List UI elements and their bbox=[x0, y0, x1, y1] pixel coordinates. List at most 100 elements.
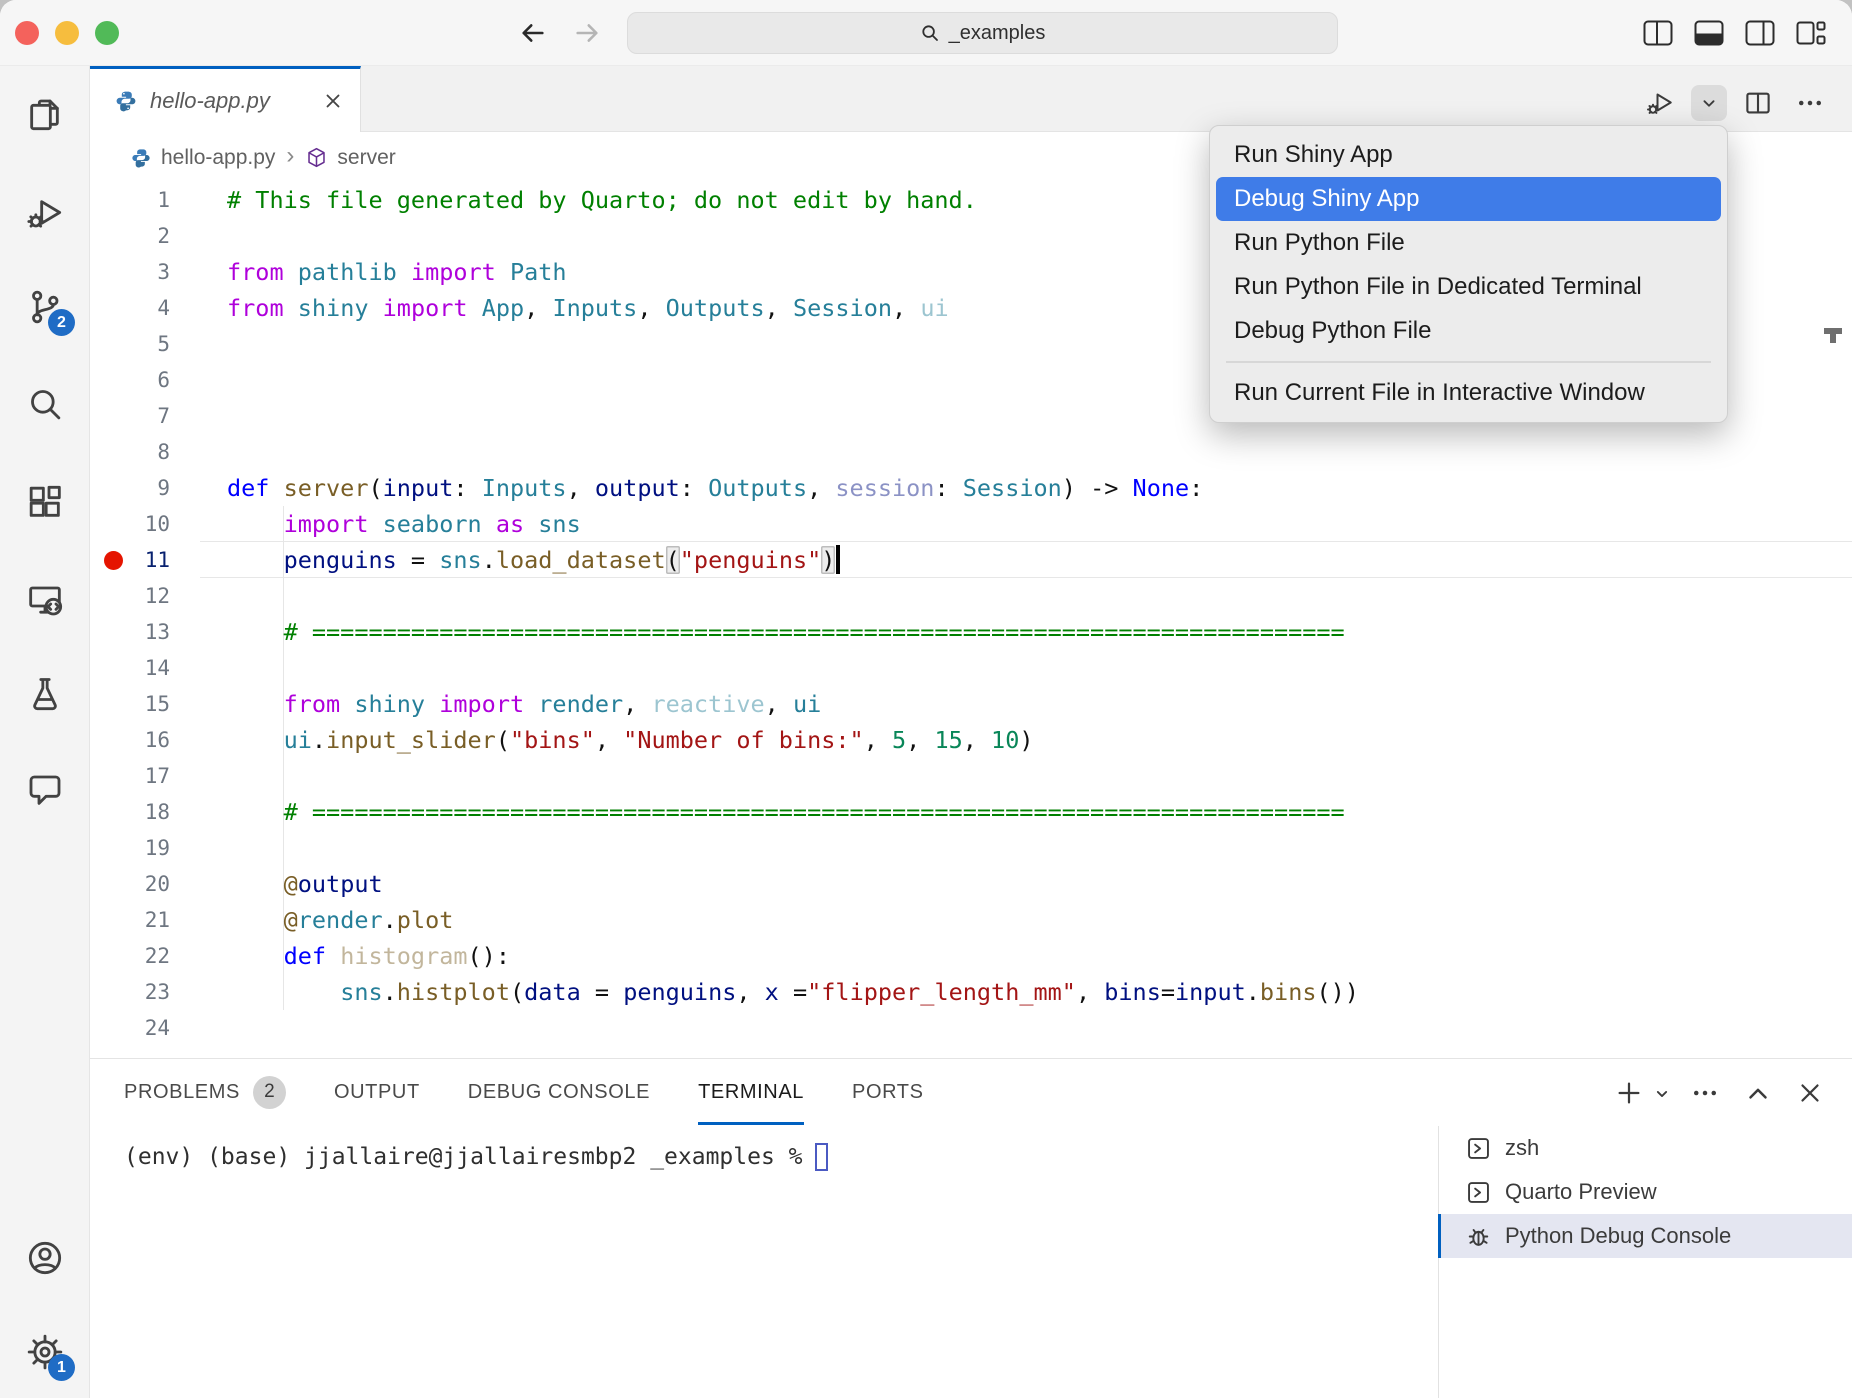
comments-icon bbox=[25, 769, 65, 809]
terminal-list-label: Python Debug Console bbox=[1505, 1223, 1731, 1249]
zoom-window-button[interactable] bbox=[95, 21, 119, 45]
close-window-button[interactable] bbox=[15, 21, 39, 45]
line-number[interactable]: 5 bbox=[90, 326, 227, 362]
split-editor-icon[interactable] bbox=[1740, 85, 1776, 121]
panel-tab-terminal[interactable]: TERMINAL bbox=[698, 1059, 804, 1125]
menu-item-debug-shiny-app[interactable]: Debug Shiny App bbox=[1216, 177, 1721, 221]
line-number[interactable]: 24 bbox=[90, 1010, 227, 1046]
menu-item-run-python-file-in-dedicated-terminal[interactable]: Run Python File in Dedicated Terminal bbox=[1216, 265, 1721, 309]
panel-tabs: PROBLEMS2 OUTPUT DEBUG CONSOLE TERMINAL PORT… bbox=[90, 1059, 924, 1125]
line-number[interactable]: 10 bbox=[90, 506, 227, 542]
line-number[interactable]: 7 bbox=[90, 398, 227, 434]
terminal-list-item-python-debug-console[interactable]: Python Debug Console bbox=[1439, 1214, 1852, 1258]
activity-bar-item-extensions[interactable] bbox=[23, 480, 67, 524]
line-number[interactable]: 20 bbox=[90, 866, 227, 902]
menu-item-debug-python-file[interactable]: Debug Python File bbox=[1216, 309, 1721, 353]
line-number[interactable]: 18 bbox=[90, 794, 227, 830]
editor-tab-hello-app[interactable]: hello-app.py bbox=[90, 66, 361, 132]
terminal-icon bbox=[1465, 1135, 1492, 1162]
terminal-icon bbox=[1465, 1179, 1492, 1206]
panel-tab-output[interactable]: OUTPUT bbox=[334, 1059, 420, 1125]
activity-bar-item-testing[interactable] bbox=[23, 672, 67, 716]
back-arrow-icon[interactable] bbox=[519, 19, 547, 47]
activity-bar-item-explorer[interactable] bbox=[23, 93, 67, 137]
line-number[interactable]: 12 bbox=[90, 578, 227, 614]
activity-bar-item-run-debug[interactable] bbox=[23, 191, 67, 235]
terminal-list: zshQuarto Preview Python Debug Console bbox=[1438, 1126, 1852, 1398]
run-options-chevron-icon[interactable] bbox=[1691, 85, 1727, 121]
tab-label: hello-app.py bbox=[150, 88, 310, 114]
activity-bar-item-account[interactable] bbox=[23, 1236, 67, 1280]
close-panel-icon[interactable] bbox=[1795, 1078, 1825, 1108]
code-line-19 bbox=[227, 830, 1852, 866]
breakpoint-dot[interactable] bbox=[104, 551, 123, 570]
line-number[interactable]: 4 bbox=[90, 290, 227, 326]
line-number[interactable]: 9 bbox=[90, 470, 227, 506]
command-center-search[interactable]: _examples bbox=[627, 12, 1338, 54]
search-value: _examples bbox=[949, 22, 1046, 45]
debug-run-icon[interactable] bbox=[1642, 85, 1678, 121]
panel-tab-label: TERMINAL bbox=[698, 1081, 804, 1104]
menu-item-run-shiny-app[interactable]: Run Shiny App bbox=[1216, 133, 1721, 177]
minimize-window-button[interactable] bbox=[55, 21, 79, 45]
forward-arrow-icon[interactable] bbox=[573, 19, 601, 47]
panel-tab-ports[interactable]: PORTS bbox=[852, 1059, 924, 1125]
activity-bar-item-comments[interactable] bbox=[23, 767, 67, 811]
line-number[interactable]: 6 bbox=[90, 362, 227, 398]
editor-gutter[interactable]: 123456789101112131415161718192021222324 bbox=[90, 183, 227, 1046]
activity-bar: 21 bbox=[0, 66, 90, 1398]
menu-item-run-current-file-in-interactive-window[interactable]: Run Current File in Interactive Window bbox=[1216, 371, 1721, 415]
line-number[interactable]: 19 bbox=[90, 830, 227, 866]
new-terminal-icon[interactable] bbox=[1614, 1078, 1644, 1108]
breadcrumb-file[interactable]: hello-app.py bbox=[161, 146, 275, 170]
panel-tab-label: DEBUG CONSOLE bbox=[468, 1081, 650, 1104]
more-actions-icon[interactable] bbox=[1792, 85, 1828, 121]
symbol-cube-icon bbox=[305, 146, 328, 169]
terminal-prompt: (env) (base) jjallaire@jjallairesmbp2 _e… bbox=[124, 1144, 803, 1170]
customize-layout-icon[interactable] bbox=[1796, 20, 1826, 46]
terminal-list-item-quarto-preview[interactable]: Quarto Preview bbox=[1439, 1170, 1852, 1214]
panel-tab-debug-console[interactable]: DEBUG CONSOLE bbox=[468, 1059, 650, 1125]
toggle-primary-sidebar-icon[interactable] bbox=[1643, 20, 1673, 46]
panel-tab-problems[interactable]: PROBLEMS2 bbox=[124, 1059, 286, 1125]
code-line-18: # ======================================… bbox=[227, 794, 1852, 830]
line-number[interactable]: 23 bbox=[90, 974, 227, 1010]
line-number[interactable]: 21 bbox=[90, 902, 227, 938]
line-number[interactable]: 13 bbox=[90, 614, 227, 650]
testing-flask-icon bbox=[25, 674, 65, 714]
activity-bar-item-source-control[interactable]: 2 bbox=[23, 285, 67, 329]
python-icon bbox=[114, 89, 138, 113]
terminal-output[interactable]: (env) (base) jjallaire@jjallairesmbp2 _e… bbox=[124, 1143, 828, 1171]
line-number[interactable]: 17 bbox=[90, 758, 227, 794]
line-number[interactable]: 14 bbox=[90, 650, 227, 686]
panel-more-actions-icon[interactable] bbox=[1690, 1078, 1720, 1108]
terminal-list-item-zsh[interactable]: zsh bbox=[1439, 1126, 1852, 1170]
menu-item-run-python-file[interactable]: Run Python File bbox=[1216, 221, 1721, 265]
activity-bar-item-remote-explorer[interactable] bbox=[23, 578, 67, 622]
remote-explorer-icon bbox=[25, 580, 65, 620]
close-tab-icon[interactable] bbox=[322, 90, 344, 112]
code-line-23: sns.histplot(data = penguins, x ="flippe… bbox=[227, 974, 1852, 1010]
line-number[interactable]: 3 bbox=[90, 254, 227, 290]
activity-bar-item-settings[interactable]: 1 bbox=[23, 1330, 67, 1374]
run-debug-icon bbox=[25, 193, 65, 233]
code-line-22: def histogram(): bbox=[227, 938, 1852, 974]
code-line-20: @output bbox=[227, 866, 1852, 902]
maximize-panel-icon[interactable] bbox=[1743, 1078, 1773, 1108]
badge: 2 bbox=[48, 309, 75, 336]
breadcrumb-symbol[interactable]: server bbox=[337, 146, 395, 170]
line-number[interactable]: 15 bbox=[90, 686, 227, 722]
search-icon bbox=[25, 384, 65, 424]
toggle-secondary-sidebar-icon[interactable] bbox=[1745, 20, 1775, 46]
line-number[interactable]: 2 bbox=[90, 218, 227, 254]
activity-bar-item-search[interactable] bbox=[23, 382, 67, 426]
line-number[interactable]: 22 bbox=[90, 938, 227, 974]
code-line-21: @render.plot bbox=[227, 902, 1852, 938]
account-icon bbox=[25, 1238, 65, 1278]
line-number[interactable]: 1 bbox=[90, 183, 227, 218]
line-number[interactable]: 16 bbox=[90, 722, 227, 758]
line-number[interactable]: 11 bbox=[90, 542, 227, 578]
terminal-profile-chevron-icon[interactable] bbox=[1652, 1084, 1672, 1104]
line-number[interactable]: 8 bbox=[90, 434, 227, 470]
toggle-panel-icon[interactable] bbox=[1694, 20, 1724, 46]
